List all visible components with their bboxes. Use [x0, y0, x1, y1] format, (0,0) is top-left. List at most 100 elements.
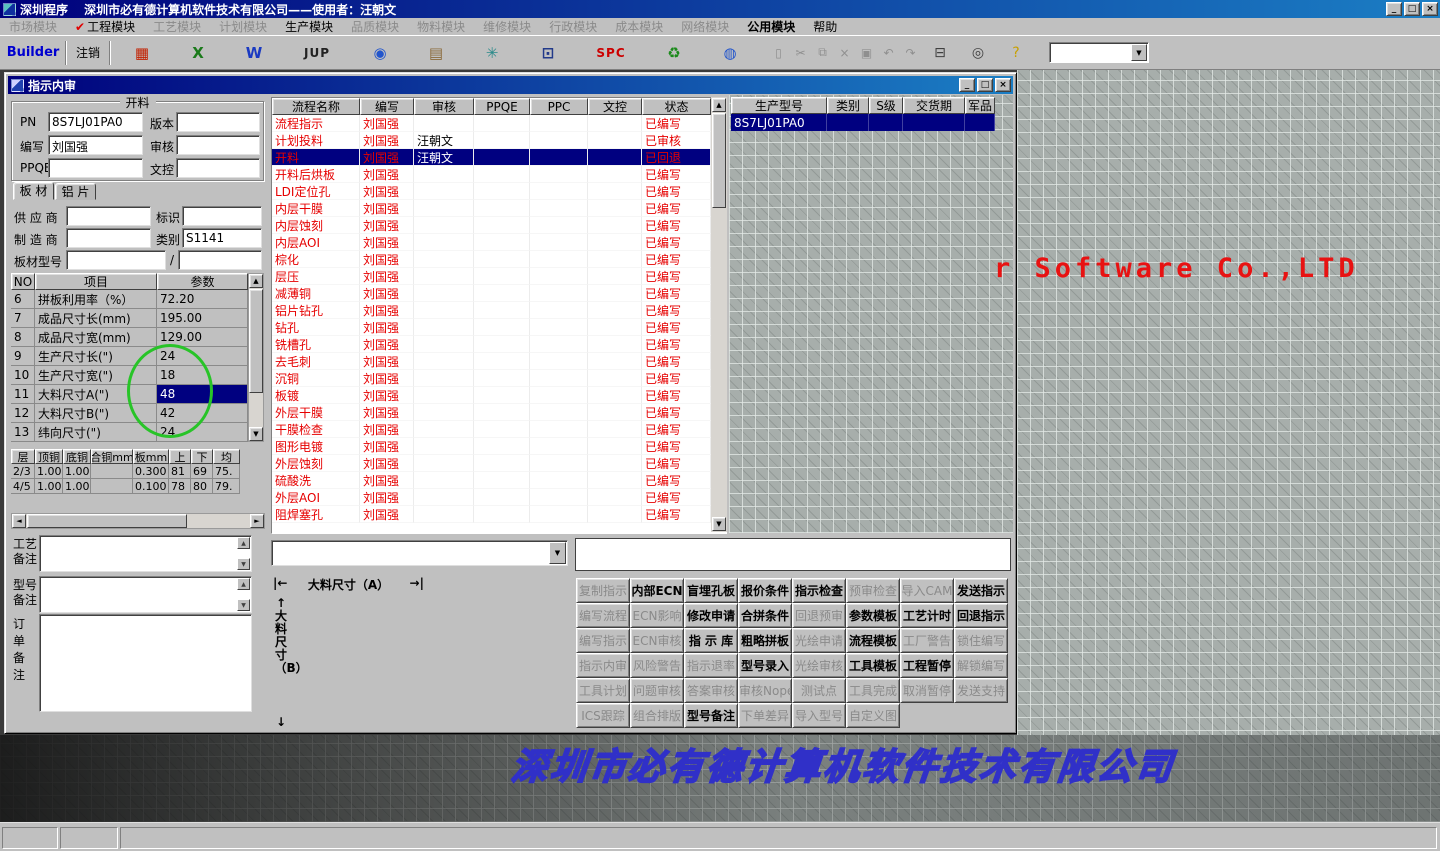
- note-scroll-up-icon[interactable]: ▲: [237, 537, 250, 549]
- parameter-table-scrollbar[interactable]: ▲ ▼: [248, 273, 264, 442]
- process-column-header-状态[interactable]: 状态: [642, 98, 711, 115]
- action-button-问题审核[interactable]: 问题审核: [630, 678, 684, 703]
- model-column-header-交货期[interactable]: 交货期: [903, 97, 965, 114]
- toolbar-combobox[interactable]: ▼: [1049, 42, 1149, 63]
- action-button-粗略拼板[interactable]: 粗略拼板: [738, 628, 792, 653]
- process-column-header-PPC[interactable]: PPC: [530, 98, 588, 115]
- note-scroll-down-icon[interactable]: ▼: [237, 599, 250, 611]
- action-button-解锁编写[interactable]: 解锁编写: [954, 653, 1008, 678]
- excel-icon[interactable]: X: [181, 39, 215, 66]
- action-button-修改申请[interactable]: 修改申请: [684, 603, 738, 628]
- undo-icon[interactable]: ↶: [878, 41, 899, 64]
- scroll-thumb[interactable]: [712, 113, 726, 208]
- menu-item-网络模块[interactable]: 网络模块: [672, 17, 738, 36]
- parameter-row[interactable]: 12 大料尺寸B(") 42: [11, 404, 248, 423]
- menu-item-品质模块[interactable]: 品质模块: [342, 17, 408, 36]
- process-table-scrollbar[interactable]: ▲ ▼: [711, 97, 727, 532]
- scroll-left-arrow-icon[interactable]: ◄: [12, 514, 26, 528]
- process-row-外层干膜[interactable]: 外层干膜 刘国强 已编写: [272, 404, 726, 421]
- maximize-button[interactable]: □: [1404, 2, 1420, 16]
- process-column-header-审核[interactable]: 审核: [414, 98, 474, 115]
- action-button-导入型号[interactable]: 导入型号: [792, 703, 846, 728]
- material-field-suffix[interactable]: [178, 250, 262, 270]
- combobox-dropdown-icon[interactable]: ▼: [549, 542, 566, 564]
- new-doc-icon[interactable]: ▯: [768, 41, 789, 64]
- process-column-header-编写[interactable]: 编写: [360, 98, 414, 115]
- layer-column-header-均[interactable]: 均: [213, 449, 240, 464]
- process-row-内层蚀刻[interactable]: 内层蚀刻 刘国强 已编写: [272, 217, 726, 234]
- action-button-工具计划[interactable]: 工具计划: [576, 678, 630, 703]
- left-panel-hscrollbar[interactable]: ◄ ►: [11, 513, 265, 529]
- menu-item-工艺模块[interactable]: 工艺模块: [144, 17, 210, 36]
- menu-item-行政模块[interactable]: 行政模块: [540, 17, 606, 36]
- cut-icon[interactable]: ✂: [790, 41, 811, 64]
- process-row-外层AOI[interactable]: 外层AOI 刘国强 已编写: [272, 489, 726, 506]
- process-row-硫酸洗[interactable]: 硫酸洗 刘国强 已编写: [272, 472, 726, 489]
- action-button-指示库[interactable]: 指 示 库: [684, 628, 738, 653]
- process-column-header-流程名称[interactable]: 流程名称: [272, 98, 360, 115]
- action-button-回退指示[interactable]: 回退指示: [954, 603, 1008, 628]
- menu-item-成本模块[interactable]: 成本模块: [606, 17, 672, 36]
- action-button-工程暂停[interactable]: 工程暂停: [900, 653, 954, 678]
- action-button-审核Nope[interactable]: 审核Nope: [738, 678, 792, 703]
- logout-button[interactable]: 注销: [70, 39, 106, 66]
- field-PN[interactable]: 8S7LJ01PA0: [48, 112, 143, 132]
- layer-column-header-上[interactable]: 上: [169, 449, 191, 464]
- action-button-盲埋孔板[interactable]: 盲埋孔板: [684, 578, 738, 603]
- parameter-row[interactable]: 8 成品尺寸宽(mm) 129.00: [11, 328, 248, 347]
- process-row-铝片钻孔[interactable]: 铝片钻孔 刘国强 已编写: [272, 302, 726, 319]
- action-button-导入CAM[interactable]: 导入CAM: [900, 578, 954, 603]
- scroll-thumb[interactable]: [27, 514, 187, 528]
- process-row-计划投料[interactable]: 计划投料 刘国强 汪朝文 已审核: [272, 132, 726, 149]
- note-box-工艺备注[interactable]: ▲ ▼: [39, 535, 252, 572]
- material-field-板材型号[interactable]: [66, 250, 166, 270]
- note-box-订单备注[interactable]: [39, 614, 252, 712]
- action-button-ICS跟踪[interactable]: ICS跟踪: [576, 703, 630, 728]
- process-row-层压[interactable]: 层压 刘国强 已编写: [272, 268, 726, 285]
- action-button-测试点[interactable]: 测试点: [792, 678, 846, 703]
- inner-restore-button[interactable]: □: [977, 78, 993, 92]
- menu-item-公用模块[interactable]: 公用模块: [738, 17, 804, 36]
- model-column-header-类别[interactable]: 类别: [827, 97, 869, 114]
- menu-item-工程模块[interactable]: ✔ 工程模块: [66, 17, 144, 36]
- process-row-流程指示[interactable]: 流程指示 刘国强 已编写: [272, 115, 726, 132]
- material-field-制造商[interactable]: [66, 228, 151, 248]
- action-button-发送指示[interactable]: 发送指示: [954, 578, 1008, 603]
- database-icon[interactable]: ▤: [419, 39, 453, 66]
- action-button-参数模板[interactable]: 参数模板: [846, 603, 900, 628]
- action-button-工艺计时[interactable]: 工艺计时: [900, 603, 954, 628]
- action-button-锁住编写[interactable]: 锁住编写: [954, 628, 1008, 653]
- action-button-工厂警告[interactable]: 工厂警告: [900, 628, 954, 653]
- note-scroll-down-icon[interactable]: ▼: [237, 558, 250, 570]
- model-column-header-生产型号[interactable]: 生产型号: [731, 97, 827, 114]
- action-button-预审检查[interactable]: 预审检查: [846, 578, 900, 603]
- field-PPQE[interactable]: [48, 158, 143, 178]
- model-row-8S7LJ01PA0[interactable]: 8S7LJ01PA0: [731, 114, 995, 131]
- process-row-开料[interactable]: 开料 刘国强 汪朝文 已回退: [272, 149, 726, 166]
- action-button-流程模板[interactable]: 流程模板: [846, 628, 900, 653]
- close-button[interactable]: ×: [1422, 2, 1438, 16]
- action-button-光绘申请[interactable]: 光绘申请: [792, 628, 846, 653]
- action-button-自定义图[interactable]: 自定义图: [846, 703, 900, 728]
- scroll-up-arrow-icon[interactable]: ▲: [712, 98, 726, 112]
- action-button-ECN审核[interactable]: ECN审核: [630, 628, 684, 653]
- field-编写[interactable]: 刘国强: [48, 135, 143, 155]
- layer-column-header-下[interactable]: 下: [191, 449, 213, 464]
- layer-column-header-底铜[interactable]: 底铜: [63, 449, 91, 464]
- layer-row[interactable]: 2/3 1.00 1.00 0.300 81 69 75.: [11, 464, 240, 479]
- layer-row[interactable]: 4/5 1.00 1.00 0.100 78 80 79.: [11, 479, 240, 494]
- action-button-取消暂停[interactable]: 取消暂停: [900, 678, 954, 703]
- parameter-row[interactable]: 10 生产尺寸宽(") 18: [11, 366, 248, 385]
- delete-icon[interactable]: ×: [834, 41, 855, 64]
- action-button-发送支持[interactable]: 发送支持: [954, 678, 1008, 703]
- process-row-钻孔[interactable]: 钻孔 刘国强 已编写: [272, 319, 726, 336]
- action-button-光绘审核[interactable]: 光绘审核: [792, 653, 846, 678]
- process-row-阻焊塞孔[interactable]: 阻焊塞孔 刘国强 已编写: [272, 506, 726, 523]
- globe-icon[interactable]: ◍: [713, 39, 747, 66]
- process-row-外层蚀刻[interactable]: 外层蚀刻 刘国强 已编写: [272, 455, 726, 472]
- param-column-header-项目[interactable]: 项目: [35, 273, 157, 290]
- action-button-ECN影响[interactable]: ECN影响: [630, 603, 684, 628]
- process-row-铣槽孔[interactable]: 铣槽孔 刘国强 已编写: [272, 336, 726, 353]
- parameter-row[interactable]: 9 生产尺寸长(") 24: [11, 347, 248, 366]
- action-button-工具完成[interactable]: 工具完成: [846, 678, 900, 703]
